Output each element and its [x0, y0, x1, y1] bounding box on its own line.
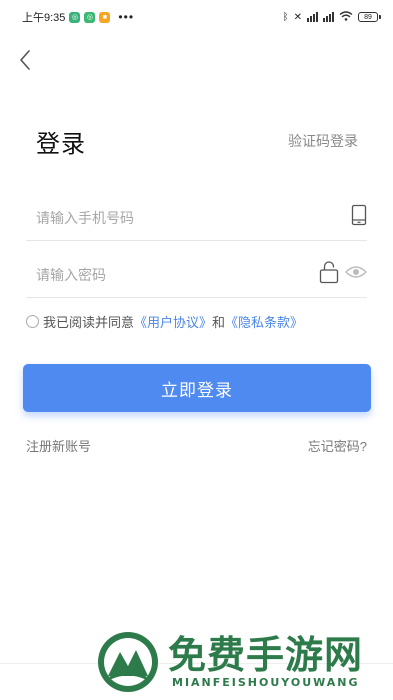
phone-icon: [351, 204, 367, 231]
battery-level: 89: [358, 12, 378, 22]
signal-icon: [323, 12, 334, 22]
mute-icon: ✕: [293, 11, 302, 23]
watermark-logo-icon: [96, 630, 160, 699]
more-notifications-icon: •••: [118, 10, 135, 24]
agreement-text: 我已阅读并同意: [43, 315, 135, 330]
page-title: 登录: [36, 131, 86, 158]
password-input[interactable]: [26, 266, 276, 283]
chevron-left-icon[interactable]: [14, 46, 38, 74]
phone-field-icons: [351, 204, 367, 231]
lock-icon: [319, 260, 339, 289]
forgot-password-link[interactable]: 忘记密码?: [308, 436, 367, 455]
register-link[interactable]: 注册新账号: [26, 436, 91, 455]
bluetooth-icon: ᛒ: [282, 11, 289, 23]
agreement-and: 和: [212, 315, 226, 330]
password-field: [26, 252, 367, 298]
status-right: ᛒ ✕ 89: [282, 10, 381, 24]
watermark-title: 免费手游网: [168, 632, 364, 677]
notification-icon: ◎: [69, 11, 81, 23]
watermark-subtitle: MIANFEISHOUYOUWANG: [172, 676, 360, 689]
eye-icon[interactable]: [345, 265, 367, 284]
sms-code-login-link[interactable]: 验证码登录: [288, 131, 358, 151]
phone-field: [26, 195, 367, 241]
battery-icon: 89: [358, 12, 381, 22]
agreement-radio[interactable]: [26, 315, 39, 328]
agreement-row: 我已阅读并同意 《用户协议》 和 《隐私条款》: [26, 312, 303, 331]
privacy-policy-link[interactable]: 《隐私条款》: [225, 312, 303, 331]
status-bar: 上午9:35 ◎ ◎ ■ ••• ᛒ ✕ 89: [0, 0, 393, 34]
watermark: 免费手游网 MIANFEISHOUYOUWANG: [96, 624, 386, 700]
user-agreement-link[interactable]: 《用户协议》: [134, 312, 212, 331]
notification-icon: ◎: [84, 11, 96, 23]
password-field-icons: [319, 260, 367, 289]
signal-icon: [307, 12, 318, 22]
status-time: 上午9:35: [22, 12, 66, 24]
status-left: 上午9:35 ◎ ◎ ■ •••: [22, 9, 134, 25]
phone-input[interactable]: [26, 209, 276, 226]
wifi-icon: [339, 10, 353, 24]
login-button[interactable]: 立即登录: [23, 364, 371, 412]
notification-icon: ■: [99, 11, 111, 23]
